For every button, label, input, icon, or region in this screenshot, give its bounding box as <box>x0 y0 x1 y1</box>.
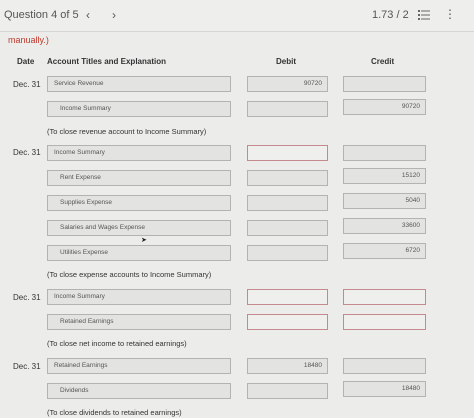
debit-column-header: Debit <box>276 57 296 66</box>
credit-field[interactable]: 33600 <box>343 218 426 234</box>
debit-field[interactable]: 18480 <box>247 358 328 374</box>
credit-field[interactable]: 18480 <box>343 381 426 397</box>
entry-date: Dec. 31 <box>13 362 41 371</box>
credit-field[interactable] <box>343 314 426 330</box>
entry-date: Dec. 31 <box>13 293 41 302</box>
debit-field[interactable] <box>247 170 328 186</box>
account-field[interactable]: Income Summary <box>47 101 231 117</box>
entry-caption: (To close net income to retained earning… <box>47 339 187 348</box>
account-column-header: Account Titles and Explanation <box>47 57 166 66</box>
credit-field[interactable]: 15120 <box>343 168 426 184</box>
score-display: 1.73 / 2 <box>372 9 409 21</box>
account-field[interactable]: Rent Expense <box>47 170 231 186</box>
entry-caption: (To close expense accounts to Income Sum… <box>47 270 212 279</box>
entry-caption: (To close revenue account to Income Summ… <box>47 127 207 136</box>
account-field[interactable]: Salaries and Wages Expense <box>47 220 231 236</box>
entry-date: Dec. 31 <box>13 80 41 89</box>
debit-field[interactable] <box>247 245 328 261</box>
account-field[interactable]: Service Revenue <box>47 76 231 92</box>
top-bar: Question 4 of 5 ‹ › 1.73 / 2 ⋮ <box>0 0 474 32</box>
account-field[interactable]: Dividends <box>47 383 231 399</box>
account-field[interactable]: Retained Earnings <box>47 314 231 330</box>
credit-column-header: Credit <box>371 57 395 66</box>
debit-field[interactable] <box>247 314 328 330</box>
debit-field[interactable] <box>247 220 328 236</box>
next-question-button[interactable]: › <box>112 8 116 22</box>
credit-field[interactable] <box>343 358 426 374</box>
debit-field[interactable] <box>247 145 328 161</box>
debit-field[interactable] <box>247 289 328 305</box>
entry-caption: (To close dividends to retained earnings… <box>47 408 182 417</box>
credit-field[interactable] <box>343 289 426 305</box>
credit-field[interactable] <box>343 76 426 92</box>
debit-field[interactable] <box>247 195 328 211</box>
date-column-header: Date <box>17 57 35 66</box>
kebab-icon[interactable]: ⋮ <box>444 8 456 20</box>
entry-date: Dec. 31 <box>13 148 41 157</box>
mouse-cursor-icon: ➤ <box>141 237 147 244</box>
credit-field[interactable] <box>343 145 426 161</box>
account-field[interactable]: Retained Earnings <box>47 358 231 374</box>
instruction-note: manually.) <box>8 35 49 45</box>
debit-field[interactable] <box>247 101 328 117</box>
credit-field[interactable]: 5040 <box>343 193 426 209</box>
question-counter: Question 4 of 5 <box>4 9 79 21</box>
debit-field[interactable]: 90720 <box>247 76 328 92</box>
prev-question-button[interactable]: ‹ <box>86 8 90 22</box>
account-field[interactable]: Income Summary <box>47 145 231 161</box>
account-field[interactable]: Income Summary <box>47 289 231 305</box>
credit-field[interactable]: 90720 <box>343 99 426 115</box>
account-field[interactable]: Supplies Expense <box>47 195 231 211</box>
debit-field[interactable] <box>247 383 328 399</box>
list-icon[interactable] <box>418 10 430 20</box>
account-field[interactable]: Utilities Expense <box>47 245 231 261</box>
credit-field[interactable]: 6720 <box>343 243 426 259</box>
